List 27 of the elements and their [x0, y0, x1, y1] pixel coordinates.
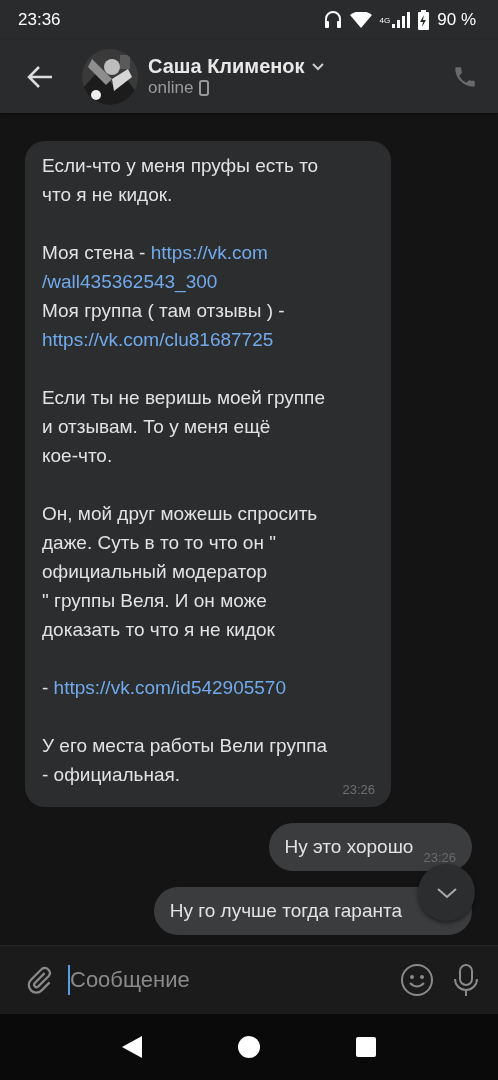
phone-device-icon	[199, 80, 210, 96]
network-type: 4G	[379, 15, 391, 25]
message-text: Моя стена - https://vk.com /wall435362543_300 Моя группа ( там отзывы ) - https://vk.com/clu81687725	[42, 241, 286, 352]
clock: 23:36	[18, 10, 62, 30]
message-text: Ну это хорошо	[284, 836, 414, 858]
message-text: Он, мой друг можешь спросить даже. Суть в то то что он " официальный модератор " группы Веля. И он може доказать то что я не кидок	[42, 502, 319, 642]
signal-icon	[392, 12, 411, 28]
message-input[interactable]: Сообщение	[68, 965, 386, 995]
message-text: - https://vk.com/id542905570	[42, 676, 287, 700]
online-status: online	[148, 78, 194, 98]
battery-level: 90 %	[437, 10, 476, 30]
headphones-icon	[323, 10, 342, 30]
message-text: Ну го лучше тогда гаранта	[169, 900, 402, 922]
link[interactable]: /wall435362543_300	[42, 271, 218, 292]
battery-charging-icon	[418, 10, 430, 30]
link[interactable]: https://vk.com	[150, 242, 268, 263]
caret-icon	[310, 62, 325, 71]
message-text: Если-что у меня пруфы есть то что я не кидок.	[42, 154, 320, 207]
message-bar[interactable]: Сообщение	[0, 945, 498, 1014]
link[interactable]: https://vk.com/id542905570	[53, 677, 286, 698]
message-text: У его места работы Вели группа - официальная.	[42, 734, 329, 787]
link[interactable]: https://vk.com/clu81687725	[42, 329, 274, 350]
chevron-down-icon	[435, 886, 458, 899]
message-text: Если ты не веришь моей группе и отзывам. То у меня ещё кое-что.	[42, 386, 326, 468]
message-time: 23:26	[342, 782, 375, 797]
wifi-icon	[349, 12, 372, 28]
contact-name[interactable]: Саша Клименок	[148, 55, 448, 78]
